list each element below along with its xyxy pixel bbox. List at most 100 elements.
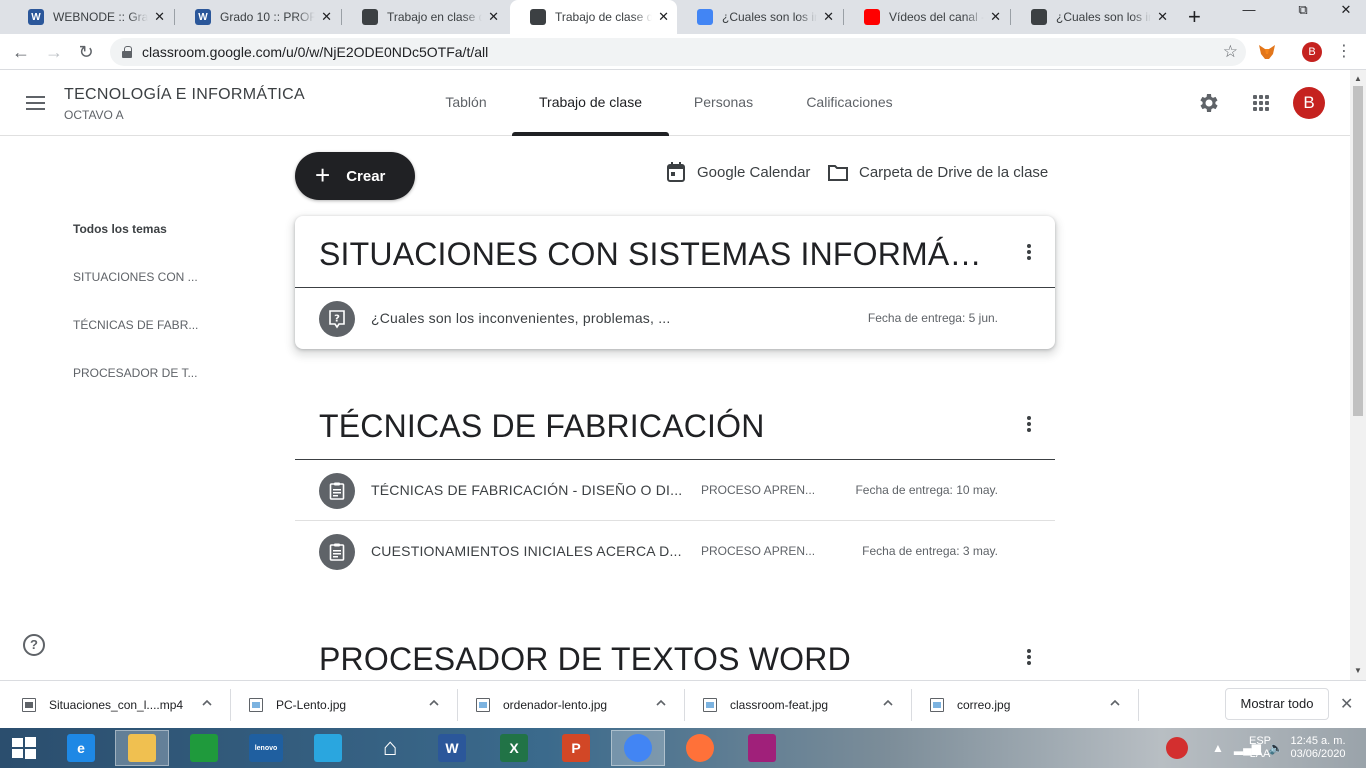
user-avatar[interactable]: B (1293, 87, 1325, 119)
download-item[interactable]: correo.jpg (930, 687, 1010, 723)
chevron-up-icon[interactable] (882, 697, 894, 709)
browser-tab-strip: W WEBNODE :: Grado 10 ✕ W Grado 10 :: PROFEB… (0, 0, 1366, 34)
classwork-title: ¿Cuales son los inconvenientes, problema… (371, 310, 671, 326)
new-tab-button[interactable]: + (1188, 5, 1201, 29)
browser-tab[interactable]: Trabajo en clase de TECNOLOGÍA ✕ (342, 0, 507, 34)
topic-card-situaciones: SITUACIONES CON SISTEMAS INFORMÁTICOS ? … (295, 216, 1055, 349)
tab-trabajo-de-clase[interactable]: Trabajo de clase (512, 70, 669, 136)
more-options-icon[interactable] (1027, 416, 1031, 432)
topic-title[interactable]: TÉCNICAS DE FABRICACIÓN (319, 408, 999, 445)
more-options-icon[interactable] (1027, 649, 1031, 665)
create-button[interactable]: + Crear (295, 152, 415, 200)
apps-grid-icon[interactable] (1249, 91, 1273, 115)
back-icon[interactable]: ← (9, 40, 33, 64)
browser-tab[interactable]: W Grado 10 :: PROFEBOS ✕ (175, 0, 340, 34)
topic-title[interactable]: PROCESADOR DE TEXTOS WORD (319, 641, 999, 678)
topic-nav-procesador[interactable]: PROCESADOR DE T... (73, 366, 197, 380)
drive-folder-label: Carpeta de Drive de la clase (859, 163, 1049, 181)
taskbar-powerpoint[interactable]: P (549, 730, 603, 766)
taskbar-camera[interactable] (735, 730, 789, 766)
taskbar-chrome[interactable] (611, 730, 665, 766)
url-text: classroom.google.com/u/0/w/NjE2ODE0NDc5O… (142, 44, 489, 60)
tab-close-icon[interactable]: ✕ (154, 9, 165, 25)
close-download-bar-icon[interactable]: ✕ (1340, 694, 1353, 714)
browser-tab[interactable]: Vídeos del canal - YouTube ✕ (844, 0, 1009, 34)
course-section: OCTAVO A (64, 108, 124, 122)
taskbar-mail[interactable] (301, 730, 355, 766)
windows-taskbar: e lenovo ⌂ W X P ▲ ▂▄▆ 🔈 ESP LAA 12:45 a. m. … (0, 728, 1366, 768)
download-item[interactable]: PC-Lento.jpg (249, 687, 346, 723)
folder-icon (828, 165, 848, 181)
topic-header: PROCESADOR DE TEXTOS WORD (295, 621, 1055, 680)
tab-calificaciones[interactable]: Calificaciones (794, 70, 905, 136)
topic-title[interactable]: SITUACIONES CON SISTEMAS INFORMÁTICOS (319, 236, 999, 273)
tab-close-icon[interactable]: ✕ (658, 9, 669, 25)
tab-close-icon[interactable]: ✕ (990, 9, 1001, 25)
close-window-icon[interactable]: ✕ (1326, 0, 1366, 20)
bookmark-star-icon[interactable]: ☆ (1223, 42, 1238, 62)
forward-icon[interactable]: → (42, 40, 66, 64)
chevron-up-icon[interactable] (1109, 697, 1121, 709)
classwork-item[interactable]: TÉCNICAS DE FABRICACIÓN - DISEÑO O DI...… (295, 460, 1055, 521)
chevron-up-icon[interactable] (201, 697, 213, 709)
tab-favicon-icon (1031, 9, 1047, 25)
topic-nav-situaciones[interactable]: SITUACIONES CON ... (73, 270, 198, 284)
clock[interactable]: 12:45 a. m. 03/06/2020 (1282, 735, 1354, 761)
browser-menu-icon[interactable]: ⋮ (1334, 42, 1354, 62)
tab-close-icon[interactable]: ✕ (488, 9, 499, 25)
taskbar-home[interactable]: ⌂ (363, 730, 417, 766)
tab-tablon[interactable]: Tablón (436, 70, 496, 136)
scroll-down-icon[interactable]: ▼ (1350, 664, 1366, 678)
tray-overflow-icon[interactable]: ▲ (1212, 741, 1224, 755)
metamask-fox-icon[interactable] (1257, 42, 1277, 62)
browser-tab[interactable]: W WEBNODE :: Grado 10 ✕ (8, 0, 173, 34)
download-item[interactable]: Situaciones_con_l....mp4 (22, 687, 183, 723)
download-item[interactable]: classroom-feat.jpg (703, 687, 828, 723)
scroll-up-icon[interactable]: ▲ (1350, 72, 1366, 86)
browser-tab[interactable]: ¿Cuales son los inconvenientes ✕ (1011, 0, 1176, 34)
download-bar: Situaciones_con_l....mp4 PC-Lento.jpg or… (0, 680, 1366, 728)
browser-tab[interactable]: Trabajo de clase de TECNOLOGÍA ✕ (510, 0, 677, 34)
taskbar-file-explorer[interactable] (115, 730, 169, 766)
taskbar-lenovo[interactable]: lenovo (239, 730, 293, 766)
chevron-up-icon[interactable] (428, 697, 440, 709)
main-menu-icon[interactable] (26, 96, 45, 110)
reload-icon[interactable]: ↻ (74, 40, 98, 64)
drive-folder-link[interactable]: Carpeta de Drive de la clase (828, 161, 1048, 183)
download-item[interactable]: ordenador-lento.jpg (476, 687, 607, 723)
taskbar-internet-explorer[interactable]: e (54, 730, 108, 766)
antivirus-icon[interactable] (1166, 737, 1188, 759)
settings-gear-icon[interactable] (1197, 91, 1221, 115)
taskbar-word[interactable]: W (425, 730, 479, 766)
internet-explorer-icon: e (67, 734, 95, 762)
browser-toolbar: ← → ↻ classroom.google.com/u/0/w/NjE2ODE… (0, 34, 1366, 70)
course-title[interactable]: TECNOLOGÍA E INFORMÁTICA (64, 86, 305, 104)
minimize-icon[interactable]: — (1229, 0, 1269, 20)
topic-nav-all[interactable]: Todos los temas (73, 222, 167, 236)
tab-close-icon[interactable]: ✕ (321, 9, 332, 25)
question-icon: ? (319, 301, 355, 337)
more-options-icon[interactable] (1027, 244, 1031, 260)
page-scrollbar[interactable]: ▲ ▼ (1350, 70, 1366, 680)
language-indicator[interactable]: ESP LAA (1246, 735, 1274, 761)
tab-personas[interactable]: Personas (685, 70, 762, 136)
chevron-up-icon[interactable] (655, 697, 667, 709)
browser-tab[interactable]: ¿Cuales son los inconvenientes ✕ (677, 0, 842, 34)
mail-icon (314, 734, 342, 762)
show-all-downloads-button[interactable]: Mostrar todo (1225, 688, 1329, 720)
restore-icon[interactable]: ⧉ (1283, 0, 1323, 20)
taskbar-firefox[interactable] (673, 730, 727, 766)
classwork-item[interactable]: CUESTIONAMIENTOS INICIALES ACERCA D... P… (295, 521, 1055, 582)
profile-avatar[interactable]: B (1302, 42, 1322, 62)
scrollbar-thumb[interactable] (1353, 86, 1363, 416)
google-calendar-link[interactable]: Google Calendar (666, 161, 810, 183)
taskbar-store[interactable] (177, 730, 231, 766)
address-bar[interactable]: classroom.google.com/u/0/w/NjE2ODE0NDc5O… (110, 38, 1246, 66)
classwork-item[interactable]: ? ¿Cuales son los inconvenientes, proble… (295, 288, 1055, 349)
tab-close-icon[interactable]: ✕ (823, 9, 834, 25)
help-icon[interactable]: ? (23, 634, 45, 656)
topic-nav-tecnicas[interactable]: TÉCNICAS DE FABR... (73, 318, 198, 332)
taskbar-excel[interactable]: X (487, 730, 541, 766)
windows-start-icon[interactable] (10, 736, 38, 760)
tab-close-icon[interactable]: ✕ (1157, 9, 1168, 25)
